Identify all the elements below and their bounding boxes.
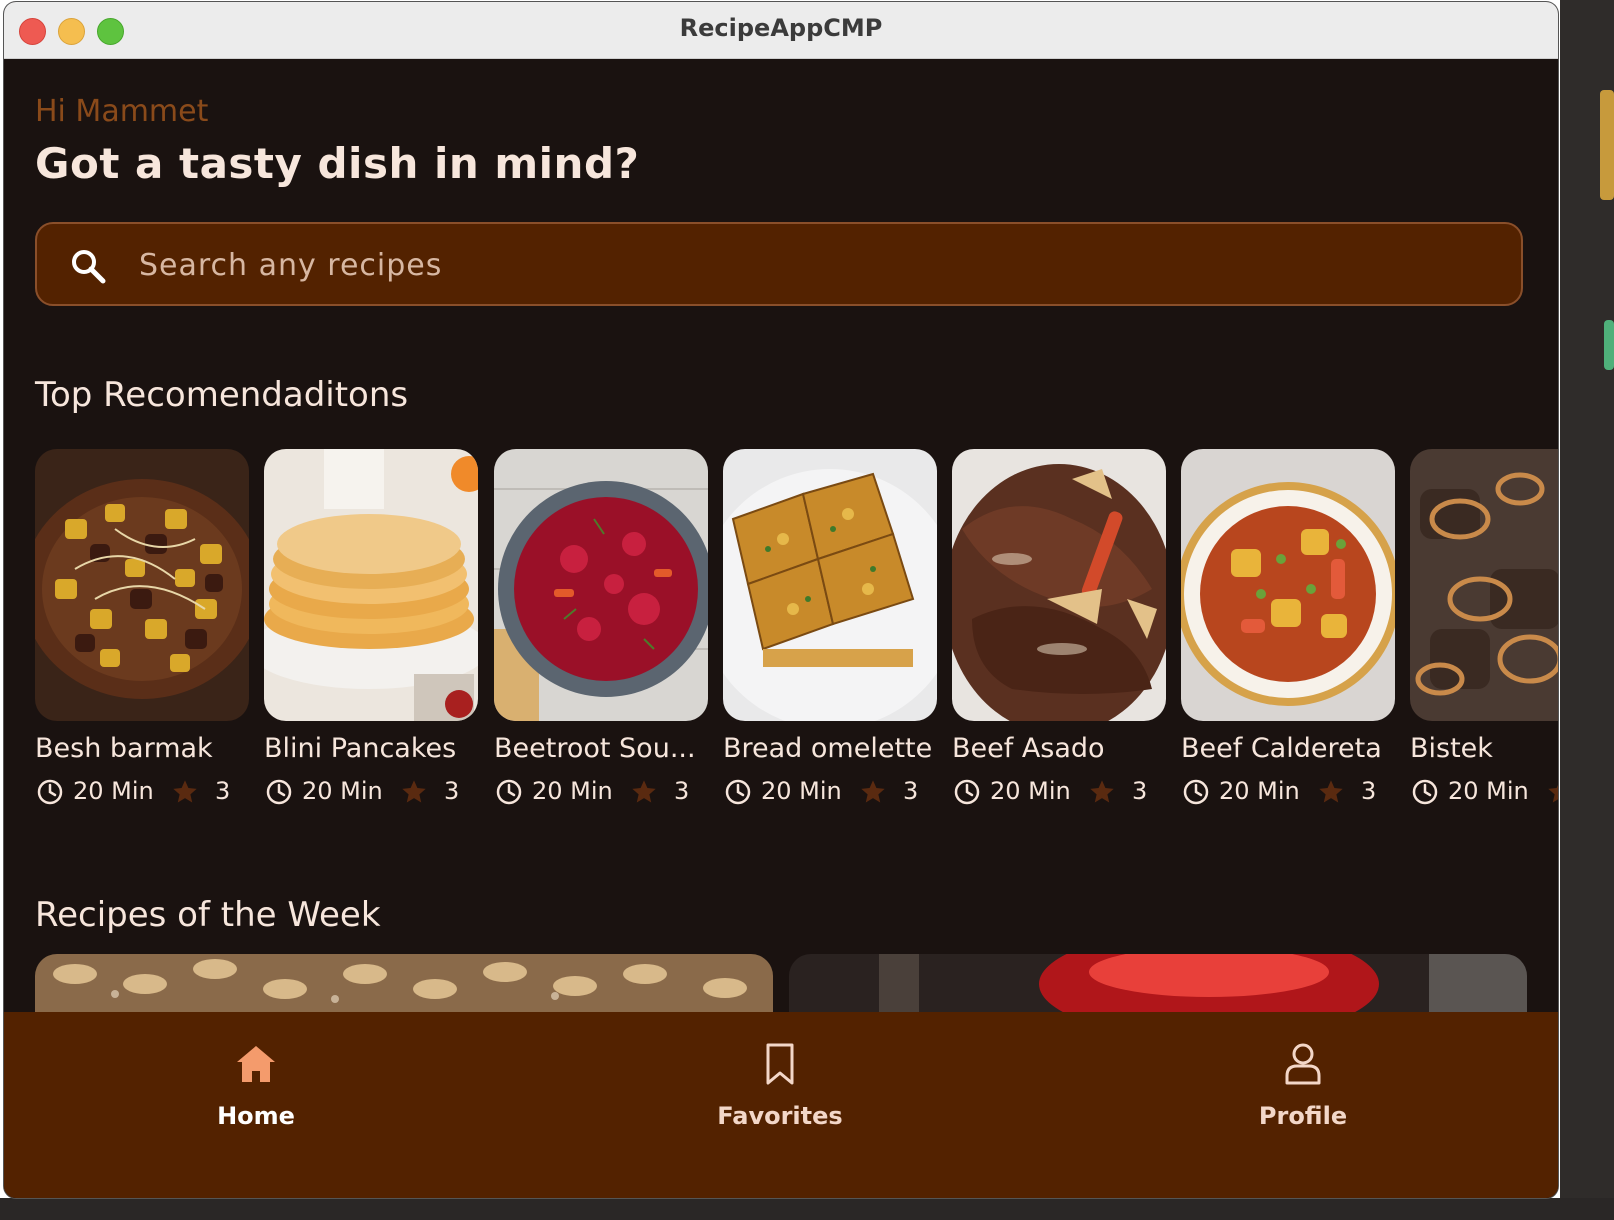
- recipe-meta: 20 Min 3: [723, 777, 937, 809]
- rating-value: 3: [444, 777, 460, 805]
- recipe-name: Beetroot Sou...: [494, 733, 696, 764]
- star-icon: [861, 780, 885, 803]
- rating-value: 3: [1132, 777, 1148, 805]
- recipe-meta: 20 Min 3: [1181, 777, 1395, 809]
- recipe-name: Bistek: [1410, 733, 1493, 764]
- search-icon: [72, 250, 106, 284]
- recipe-meta: 20 Min 3: [264, 777, 478, 809]
- nav-favorites-label: Favorites: [717, 1102, 843, 1130]
- page-title: Got a tasty dish in mind?: [35, 139, 640, 188]
- search-input[interactable]: [137, 242, 1491, 288]
- recipe-card[interactable]: Besh barmak 20 Min 3: [35, 449, 249, 819]
- recipe-name: Blini Pancakes: [264, 733, 457, 764]
- recipe-card[interactable]: Bread omelette 20 Min 3: [723, 449, 937, 819]
- cook-time: 20 Min: [1219, 777, 1300, 805]
- recipe-meta: 20 Min 3: [1410, 777, 1558, 809]
- star-icon: [1319, 780, 1343, 803]
- clock-icon: [725, 779, 751, 805]
- recipe-image: [494, 449, 708, 721]
- recipe-meta: 20 Min 3: [35, 777, 249, 809]
- cook-time: 20 Min: [302, 777, 383, 805]
- recipe-name: Beef Caldereta: [1181, 733, 1382, 764]
- recipe-image: [1410, 449, 1558, 721]
- recipe-card[interactable]: Beef Caldereta 20 Min 3: [1181, 449, 1395, 819]
- clock-icon: [1412, 779, 1438, 805]
- star-icon: [632, 780, 656, 803]
- rating-value: 3: [674, 777, 690, 805]
- section-title-top-recommendations: Top Recomendaditons: [35, 375, 409, 415]
- home-icon: [237, 1046, 275, 1082]
- home-screen: Hi Mammet Got a tasty dish in mind? Top …: [4, 59, 1558, 1198]
- nav-home[interactable]: Home: [156, 1042, 356, 1142]
- desktop-window-edge: [1604, 320, 1614, 370]
- cook-time: 20 Min: [990, 777, 1071, 805]
- recipe-name: Besh barmak: [35, 733, 213, 764]
- recipe-name: Bread omelette: [723, 733, 933, 764]
- clock-icon: [37, 779, 63, 805]
- desktop-background: [1560, 0, 1614, 1220]
- recipe-card[interactable]: Beef Asado 20 Min 3: [952, 449, 1166, 819]
- clock-icon: [1183, 779, 1209, 805]
- clock-icon: [954, 779, 980, 805]
- nav-home-label: Home: [217, 1102, 295, 1130]
- rating-value: 3: [1361, 777, 1377, 805]
- star-icon: [173, 780, 197, 803]
- nav-favorites[interactable]: Favorites: [680, 1042, 880, 1142]
- app-window: RecipeAppCMP Hi Mammet Got a tasty dish …: [4, 2, 1558, 1198]
- bookmark-icon: [766, 1043, 794, 1085]
- recipe-image: [1181, 449, 1395, 721]
- section-title-recipes-of-the-week: Recipes of the Week: [35, 895, 381, 935]
- cook-time: 20 Min: [532, 777, 613, 805]
- star-icon: [402, 780, 426, 803]
- rating-value: 3: [215, 777, 231, 805]
- title-bar[interactable]: RecipeAppCMP: [4, 2, 1558, 59]
- recipe-meta: 20 Min 3: [952, 777, 1166, 809]
- recipe-card[interactable]: Bistek 20 Min 3: [1410, 449, 1558, 819]
- desktop-window-edge: [1600, 90, 1614, 200]
- search-bar[interactable]: [35, 222, 1523, 306]
- rating-value: 3: [903, 777, 919, 805]
- desktop-background: [0, 1198, 1614, 1220]
- star-icon: [1548, 784, 1558, 803]
- recommendations-carousel[interactable]: Besh barmak 20 Min 3 Blini Pancakes 20 M…: [35, 449, 1558, 829]
- cook-time: 20 Min: [761, 777, 842, 805]
- recipe-image: [35, 449, 249, 721]
- cook-time: 20 Min: [73, 777, 154, 805]
- recipe-image: [723, 449, 937, 721]
- clock-icon: [266, 779, 292, 805]
- star-icon: [1090, 780, 1114, 803]
- recipe-card[interactable]: Beetroot Sou... 20 Min 3: [494, 449, 708, 819]
- cook-time: 20 Min: [1448, 777, 1529, 805]
- greeting-text: Hi Mammet: [35, 94, 209, 129]
- person-icon: [1285, 1043, 1321, 1085]
- nav-profile-label: Profile: [1258, 1102, 1348, 1130]
- clock-icon: [496, 779, 522, 805]
- recipe-card[interactable]: Blini Pancakes 20 Min 3: [264, 449, 478, 819]
- recipe-image: [264, 449, 478, 721]
- nav-profile[interactable]: Profile: [1203, 1042, 1403, 1142]
- recipe-meta: 20 Min 3: [494, 777, 708, 809]
- recipe-name: Beef Asado: [952, 733, 1105, 764]
- window-title: RecipeAppCMP: [679, 14, 883, 42]
- bottom-navigation: Home Favorites Profile: [4, 1012, 1558, 1198]
- recipe-image: [952, 449, 1166, 721]
